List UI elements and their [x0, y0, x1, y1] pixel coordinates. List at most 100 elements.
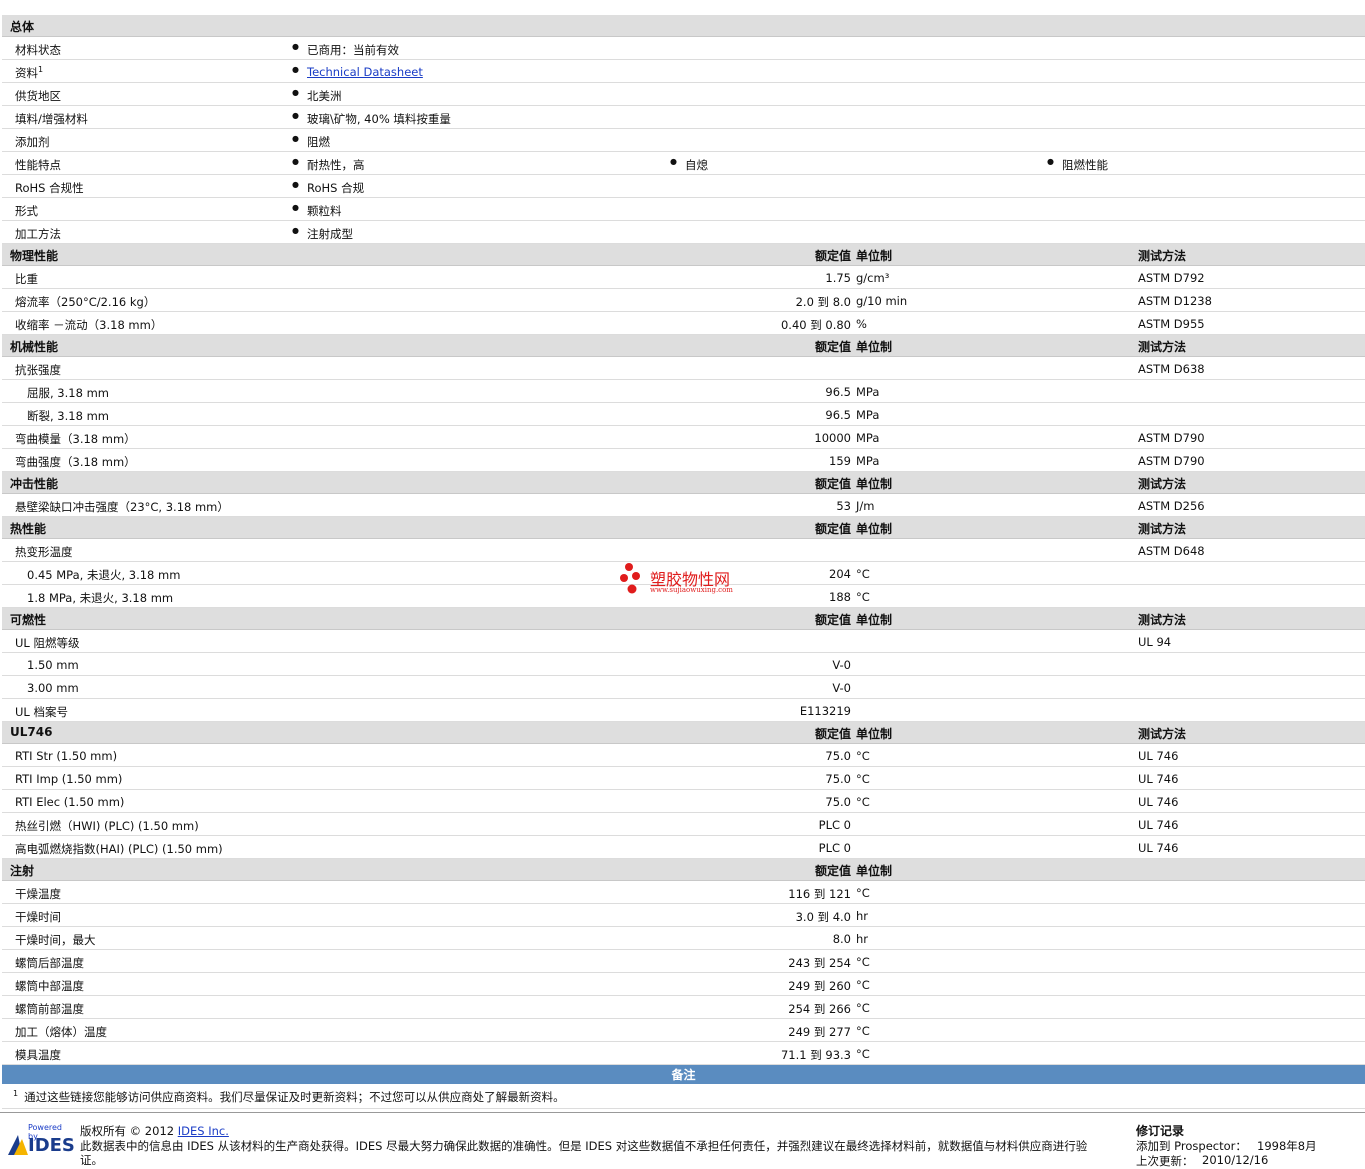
general-row: 填料/增强材料 ● 玻璃\矿物, 40% 填料按重量	[2, 106, 1365, 129]
bullet-item: ● 耐热性，高	[292, 157, 365, 173]
property-label: RTI Imp (1.50 mm)	[15, 772, 123, 786]
property-row: UL 阻燃等级 UL 94	[2, 630, 1365, 653]
property-row: 干燥时间，最大 8.0 hr	[2, 927, 1365, 950]
property-value: E113219	[799, 704, 851, 718]
property-label-text: 供货地区	[15, 89, 61, 103]
column-test: 测试方法	[1138, 477, 1187, 491]
ides-link[interactable]: IDES Inc.	[178, 1124, 229, 1138]
section-header: 可燃性 额定值 单位制 测试方法	[2, 608, 1365, 630]
bullet-item: ● 阻燃	[292, 134, 330, 150]
test-method: UL 746	[1138, 749, 1179, 763]
property-unit: °C	[856, 955, 870, 969]
property-label-text: 资料	[15, 66, 38, 80]
property-unit: °C	[856, 1001, 870, 1015]
test-method: ASTM D790	[1138, 454, 1205, 468]
property-label: 资料1	[15, 65, 43, 81]
column-nominal: 额定值	[814, 613, 851, 627]
property-unit: hr	[856, 932, 869, 946]
property-label: 添加剂	[15, 134, 50, 150]
property-row: RTI Elec (1.50 mm) 75.0 °C UL 746	[2, 790, 1365, 813]
test-method: UL 746	[1138, 772, 1179, 786]
test-method: ASTM D790	[1138, 431, 1205, 445]
property-value: 254 到 266	[788, 1002, 851, 1016]
section-title: 机械性能	[10, 340, 59, 354]
property-value: 75.0	[825, 772, 851, 786]
column-nominal: 额定值	[814, 864, 851, 878]
property-unit: °C	[856, 749, 870, 763]
general-row: 形式 ● 颗粒料	[2, 198, 1365, 221]
column-unit: 单位制	[856, 477, 893, 491]
property-label: 收缩率 －流动（3.18 mm）	[15, 318, 163, 332]
bullet-item: ● RoHS 合规	[292, 180, 364, 196]
property-row: 抗张强度 ASTM D638	[2, 357, 1365, 380]
bullet-text: 北美洲	[307, 89, 342, 103]
test-method: UL 746	[1138, 818, 1179, 832]
property-label-text: 加工方法	[15, 227, 61, 241]
remarks-note: 1 通过这些链接您能够访问供应商资料。我们尽量保证及时更新资料；不过您可以从供应商…	[2, 1084, 1365, 1109]
bullet-icon: ●	[292, 157, 299, 166]
column-test: 测试方法	[1138, 340, 1187, 354]
bullet-text: 阻燃性能	[1062, 158, 1108, 172]
bullet-item: ● 注射成型	[292, 226, 353, 242]
bullet-icon: ●	[292, 88, 299, 97]
general-row: 供货地区 ● 北美洲	[2, 83, 1365, 106]
column-unit: 单位制	[856, 522, 893, 536]
property-row: 螺筒中部温度 249 到 260 °C	[2, 973, 1365, 996]
ides-logo: Powered by IDES	[8, 1121, 75, 1161]
watermark-dots-icon	[620, 563, 640, 594]
property-unit: °C	[856, 567, 870, 581]
bullet-text: 颗粒料	[307, 204, 342, 218]
property-value: 2.0 到 8.0	[795, 295, 851, 309]
property-value: 249 到 260	[788, 979, 851, 993]
property-label: 螺筒前部温度	[15, 1002, 84, 1016]
property-row: 弯曲强度（3.18 mm） 159 MPa ASTM D790	[2, 449, 1365, 472]
column-unit: 单位制	[856, 613, 893, 627]
bullet-item[interactable]: ● Technical Datasheet	[292, 65, 423, 79]
property-row: 热变形温度 ASTM D648	[2, 539, 1365, 562]
property-value: PLC 0	[818, 841, 851, 855]
general-row: 材料状态 ● 已商用：当前有效	[2, 37, 1365, 60]
property-row: 1.50 mm V-0	[2, 653, 1365, 676]
test-method: ASTM D648	[1138, 544, 1205, 558]
column-test: 测试方法	[1138, 522, 1187, 536]
section-title: 冲击性能	[10, 477, 59, 491]
property-label: UL 阻燃等级	[15, 636, 80, 650]
test-method: UL 746	[1138, 795, 1179, 809]
general-row: 加工方法 ● 注射成型	[2, 221, 1365, 244]
property-label-text: 添加剂	[15, 135, 50, 149]
property-row: 弯曲模量（3.18 mm） 10000 MPa ASTM D790	[2, 426, 1365, 449]
property-unit: °C	[856, 1024, 870, 1038]
test-method: ASTM D256	[1138, 499, 1205, 513]
property-row: RTI Str (1.50 mm) 75.0 °C UL 746	[2, 744, 1365, 767]
ides-mark-icon	[8, 1135, 28, 1155]
column-test: 测试方法	[1138, 727, 1187, 741]
property-unit: MPa	[856, 431, 880, 445]
property-row: 模具温度 71.1 到 93.3 °C	[2, 1042, 1365, 1065]
property-value: 159	[829, 454, 851, 468]
property-label: 加工方法	[15, 226, 61, 242]
property-value: V-0	[832, 658, 851, 672]
footnote-marker: 1	[38, 65, 44, 75]
bullet-icon: ●	[670, 157, 677, 166]
footer: Powered by IDES 版权所有 © 2012 IDES Inc. 此数…	[0, 1112, 1365, 1168]
property-value: 0.40 到 0.80	[780, 318, 851, 332]
datasheet-link[interactable]: Technical Datasheet	[307, 65, 423, 79]
property-row: 干燥时间 3.0 到 4.0 hr	[2, 904, 1365, 927]
property-unit: °C	[856, 772, 870, 786]
property-value: 243 到 254	[788, 956, 851, 970]
property-unit: °C	[856, 590, 870, 604]
general-row: 资料1 ● Technical Datasheet	[2, 60, 1365, 83]
general-row: 添加剂 ● 阻燃	[2, 129, 1365, 152]
bullet-item: ● 北美洲	[292, 88, 342, 104]
watermark: 塑胶物性网 www.sujiaowuxing.com	[620, 562, 760, 598]
bullet-icon: ●	[292, 180, 299, 189]
property-label: 填料/增强材料	[15, 111, 88, 127]
property-row: 热丝引燃（HWI) (PLC) (1.50 mm) PLC 0 UL 746	[2, 813, 1365, 836]
property-value: 249 到 277	[788, 1025, 851, 1039]
property-label: 高电弧燃烧指数(HAI) (PLC) (1.50 mm)	[15, 842, 223, 856]
section-title: 热性能	[10, 522, 47, 536]
property-row: 收缩率 －流动（3.18 mm） 0.40 到 0.80% ASTM D955	[2, 312, 1365, 335]
property-label: 干燥时间	[15, 910, 61, 924]
property-unit: g/10 min	[856, 294, 908, 308]
property-label: RTI Str (1.50 mm)	[15, 749, 118, 763]
